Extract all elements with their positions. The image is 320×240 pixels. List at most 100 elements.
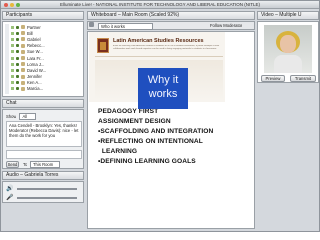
status-icon <box>16 56 19 60</box>
callout-line: works <box>148 88 178 100</box>
video-title: Video – Multiple U <box>261 12 302 18</box>
status-icon <box>16 37 19 41</box>
user-icon <box>21 56 25 61</box>
permission-icon[interactable] <box>11 44 14 48</box>
video-feed <box>264 25 312 73</box>
chat-message: them do the work for you <box>9 133 56 138</box>
permission-icon[interactable] <box>11 75 14 79</box>
user-icon <box>21 43 25 48</box>
window-controls <box>4 3 20 7</box>
participants-title: Participants <box>6 12 33 18</box>
whiteboard-page-select[interactable]: Who it works <box>98 23 153 30</box>
slide-line: •REFLECTING ON INTENTIONAL <box>98 138 203 145</box>
participant-name: Sue W... <box>27 49 43 55</box>
status-icon <box>16 81 19 85</box>
slide-line: •DEFINING LEARNING GOALS <box>98 158 196 165</box>
follow-moderator-toggle[interactable]: Follow Moderator <box>210 23 242 28</box>
permission-icon[interactable] <box>11 37 14 41</box>
status-icon <box>16 68 19 72</box>
participants-header[interactable]: Participants <box>2 11 84 20</box>
tool-icon[interactable] <box>89 22 94 27</box>
status-icon <box>16 31 19 35</box>
user-icon <box>21 37 25 42</box>
chat-panel: Show All Ana Cendell - Brooklyn: Yes, th… <box>2 109 84 169</box>
whiteboard-canvas[interactable]: Latin American Studies Resources A site … <box>87 31 255 229</box>
chat-title: Chat <box>6 100 17 106</box>
chat-filter: Show All <box>6 113 37 120</box>
participant-name: Jennifer <box>27 74 42 80</box>
participant-name: Marcia... <box>27 86 44 92</box>
participants-list[interactable]: Partner Bill Gabriel Rebecc... Sue W... Lara … <box>2 21 84 97</box>
participant-name: Partner <box>27 24 41 30</box>
user-icon <box>21 25 25 30</box>
slide-line: •SCAFFOLDING AND INTEGRATION <box>98 128 214 135</box>
user-icon <box>21 62 25 67</box>
participant-name: David W... <box>27 67 47 73</box>
status-icon <box>16 62 19 66</box>
close-window-button[interactable] <box>4 3 8 7</box>
chat-recipient-select[interactable]: This Room <box>30 161 61 168</box>
preview-button[interactable]: Preview <box>261 75 285 82</box>
microphone-icon[interactable]: 🎤 <box>6 194 13 201</box>
slide-line: ASSIGNMENT DESIGN <box>98 118 171 125</box>
permission-icon[interactable] <box>11 68 14 72</box>
minimize-window-button[interactable] <box>10 3 14 7</box>
audio-title: Audio – Gabriela Torres <box>6 172 59 178</box>
chat-transcript[interactable]: Ana Cendell - Brooklyn: Yes, thanks! Mod… <box>6 121 82 147</box>
zoom-window-button[interactable] <box>16 3 20 7</box>
participant-name: Gabriel <box>27 36 41 42</box>
slide-line: LEARNING <box>98 148 138 155</box>
participant-name: Rebecc... <box>27 43 45 49</box>
callout-line: Why it <box>147 74 179 86</box>
permission-icon[interactable] <box>11 50 14 54</box>
user-icon <box>21 74 25 79</box>
user-icon <box>21 49 25 54</box>
chat-input[interactable] <box>6 150 82 159</box>
speaker-volume-slider[interactable] <box>17 188 77 190</box>
chat-show-label: Show <box>6 114 17 119</box>
status-icon <box>16 87 19 91</box>
permission-icon[interactable] <box>11 31 14 35</box>
microphone-volume-slider[interactable] <box>17 197 77 199</box>
participant-row[interactable]: Marcia... <box>3 86 83 92</box>
status-icon <box>16 75 19 79</box>
video-panel: Preview Transmit <box>257 21 319 83</box>
participant-name: Lara Fr... <box>27 55 44 61</box>
slide-line: PEDAGOGY FIRST <box>98 108 159 115</box>
presenter-shirt <box>274 55 302 73</box>
permission-icon[interactable] <box>11 62 14 66</box>
participant-name: Lorna J... <box>27 61 45 67</box>
chat-show-select[interactable]: All <box>19 113 37 120</box>
user-icon <box>21 80 25 85</box>
participant-name: Ken A... <box>27 80 42 86</box>
chat-to-label: To <box>23 162 28 167</box>
why-it-works-callout: Why it works <box>138 68 188 109</box>
permission-icon[interactable] <box>11 87 14 91</box>
chat-header[interactable]: Chat <box>2 99 84 108</box>
status-icon <box>16 50 19 54</box>
transmit-button[interactable]: Transmit <box>290 75 316 82</box>
presenter-face <box>280 35 296 53</box>
whiteboard-header[interactable]: Whiteboard – Main Room (Scaled 92%) <box>87 11 255 20</box>
status-icon <box>16 44 19 48</box>
user-icon <box>21 31 25 36</box>
permission-icon[interactable] <box>11 56 14 60</box>
speaker-icon[interactable]: 🔊 <box>6 185 13 192</box>
user-icon <box>21 68 25 73</box>
status-icon <box>16 25 19 29</box>
elluminate-window: Elluminate Live! - NATIONAL INSTITUTE FO… <box>0 0 320 232</box>
audio-header[interactable]: Audio – Gabriela Torres <box>2 171 84 180</box>
permission-icon[interactable] <box>11 81 14 85</box>
participants-rows: Partner Bill Gabriel Rebecc... Sue W... Lara … <box>3 24 83 92</box>
whiteboard-title: Whiteboard – Main Room (Scaled 92%) <box>91 12 180 18</box>
whiteboard-toolbar: Who it works Follow Moderator <box>87 21 255 30</box>
participant-name: Bill <box>27 30 33 36</box>
slide-bullets: PEDAGOGY FIRST ASSIGNMENT DESIGN •SCAFFO… <box>88 32 254 228</box>
window-titlebar: Elluminate Live! - NATIONAL INSTITUTE FO… <box>1 1 319 9</box>
user-icon <box>21 86 25 91</box>
send-button[interactable]: Send <box>6 161 19 168</box>
window-title: Elluminate Live! - NATIONAL INSTITUTE FO… <box>59 2 261 7</box>
permission-icon[interactable] <box>11 25 14 29</box>
video-header[interactable]: Video – Multiple U <box>257 11 319 20</box>
audio-panel: 🔊 🎤 <box>2 181 84 203</box>
